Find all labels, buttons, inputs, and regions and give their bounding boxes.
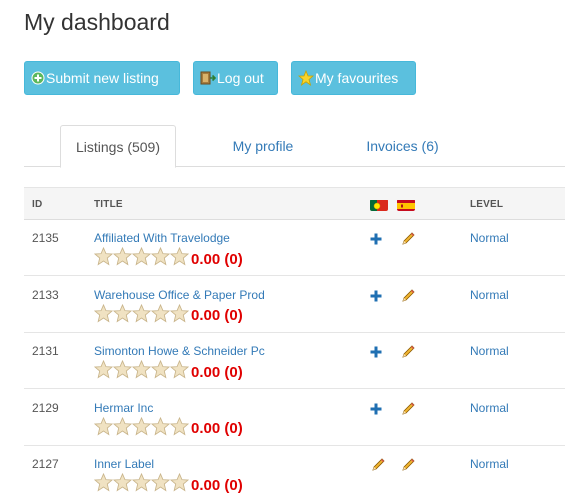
star-icon[interactable]	[131, 246, 152, 271]
star-rating[interactable]: 0.00 (0)	[93, 359, 243, 384]
listing-level-link[interactable]: Normal	[470, 457, 509, 471]
listing-id: 2127	[32, 457, 59, 471]
star-icon[interactable]	[112, 303, 133, 328]
rating-value: 0.00 (0)	[191, 250, 243, 268]
listing-title-link[interactable]: Hermar Inc	[94, 401, 153, 415]
edit-translation-es-icon[interactable]	[400, 288, 416, 309]
tab-listings[interactable]: Listings (509)	[60, 125, 176, 168]
edit-translation-pt-icon[interactable]	[370, 457, 386, 478]
listing-level-link[interactable]: Normal	[470, 288, 509, 302]
table-row: 2131 Simonton Howe & Schneider Pc 0.00 (0)…	[24, 333, 565, 389]
tab-invoices[interactable]: Invoices (6)	[344, 125, 461, 167]
star-icon[interactable]	[112, 472, 133, 497]
exit-door-icon	[200, 70, 217, 86]
star-icon[interactable]	[150, 359, 171, 384]
star-icon[interactable]	[169, 303, 190, 328]
listing-title-link[interactable]: Warehouse Office & Paper Prod	[94, 288, 265, 302]
star-icon[interactable]	[150, 303, 171, 328]
star-rating[interactable]: 0.00 (0)	[93, 416, 243, 441]
my-favourites-label: My favourites	[315, 70, 399, 86]
star-icon[interactable]	[169, 472, 190, 497]
table-row: 2129 Hermar Inc 0.00 (0) Normal	[24, 390, 565, 446]
add-translation-pt-icon[interactable]	[370, 402, 382, 420]
star-icon[interactable]	[93, 246, 114, 271]
rating-value: 0.00 (0)	[191, 307, 243, 324]
table-row: 2133 Warehouse Office & Paper Prod 0.00 (0…	[24, 277, 565, 333]
star-icon[interactable]	[150, 416, 171, 441]
listing-level-link[interactable]: Normal	[470, 344, 509, 358]
star-rating[interactable]: 0.00 (0)	[93, 472, 243, 497]
listing-id: 2135	[32, 231, 59, 245]
table-row: 2127 Inner Label 0.00 (0) Normal	[24, 446, 565, 501]
star-icon[interactable]	[131, 359, 152, 384]
rating-value: 0.00 (0)	[191, 420, 243, 437]
add-translation-pt-icon[interactable]	[370, 232, 382, 250]
rating-value: 0.00 (0)	[191, 363, 243, 381]
star-icon[interactable]	[112, 416, 133, 441]
star-icon[interactable]	[93, 303, 114, 328]
star-icon[interactable]	[93, 359, 114, 384]
star-icon[interactable]	[93, 416, 114, 441]
table-row: 2135 Affiliated With Travelodge 0.00 (0) No…	[24, 220, 565, 276]
my-favourites-button[interactable]: My favourites	[291, 61, 416, 95]
add-translation-pt-icon[interactable]	[370, 289, 382, 307]
listing-id: 2131	[32, 344, 59, 358]
logout-button[interactable]: Log out	[193, 61, 278, 95]
listing-level-link[interactable]: Normal	[470, 231, 509, 245]
listing-title-link[interactable]: Inner Label	[94, 457, 154, 471]
submit-new-listing-label: Submit new listing	[46, 70, 159, 86]
edit-translation-es-icon[interactable]	[400, 401, 416, 422]
edit-translation-es-icon[interactable]	[400, 457, 416, 478]
logout-label: Log out	[217, 70, 264, 86]
listing-id: 2133	[32, 287, 59, 302]
edit-translation-es-icon[interactable]	[400, 344, 416, 365]
listing-title-link[interactable]: Affiliated With Travelodge	[94, 231, 230, 245]
table-header: ID TITLE LEVEL	[24, 187, 565, 220]
listing-title-link[interactable]: Simonton Howe & Schneider Pc	[94, 344, 265, 358]
star-icon[interactable]	[169, 359, 190, 384]
star-icon[interactable]	[112, 359, 133, 384]
star-icon[interactable]	[150, 246, 171, 271]
submit-new-listing-button[interactable]: Submit new listing	[24, 61, 180, 95]
level-column-header: LEVEL	[470, 199, 504, 210]
star-icon[interactable]	[112, 246, 133, 271]
page-title: My dashboard	[24, 9, 170, 35]
add-circle-icon	[31, 71, 45, 85]
star-rating[interactable]: 0.00 (0)	[93, 303, 243, 328]
spain-flag-icon[interactable]	[397, 199, 415, 211]
id-column-header: ID	[32, 199, 43, 210]
star-icon[interactable]	[131, 416, 152, 441]
star-icon	[297, 69, 315, 86]
dashboard-tabs: Listings (509) My profile Invoices (6)	[24, 125, 565, 168]
edit-translation-es-icon[interactable]	[400, 231, 416, 252]
star-icon[interactable]	[131, 472, 152, 497]
star-rating[interactable]: 0.00 (0)	[93, 246, 243, 271]
star-icon[interactable]	[93, 472, 114, 497]
rating-value: 0.00 (0)	[191, 476, 243, 494]
title-column-header: TITLE	[94, 199, 123, 210]
star-icon[interactable]	[150, 472, 171, 497]
listing-level-link[interactable]: Normal	[470, 401, 509, 415]
tab-my-profile[interactable]: My profile	[204, 125, 322, 167]
star-icon[interactable]	[169, 416, 190, 441]
star-icon[interactable]	[131, 303, 152, 328]
portugal-flag-icon[interactable]	[370, 199, 388, 211]
star-icon[interactable]	[169, 246, 190, 271]
listing-id: 2129	[32, 400, 59, 415]
add-translation-pt-icon[interactable]	[370, 345, 382, 363]
